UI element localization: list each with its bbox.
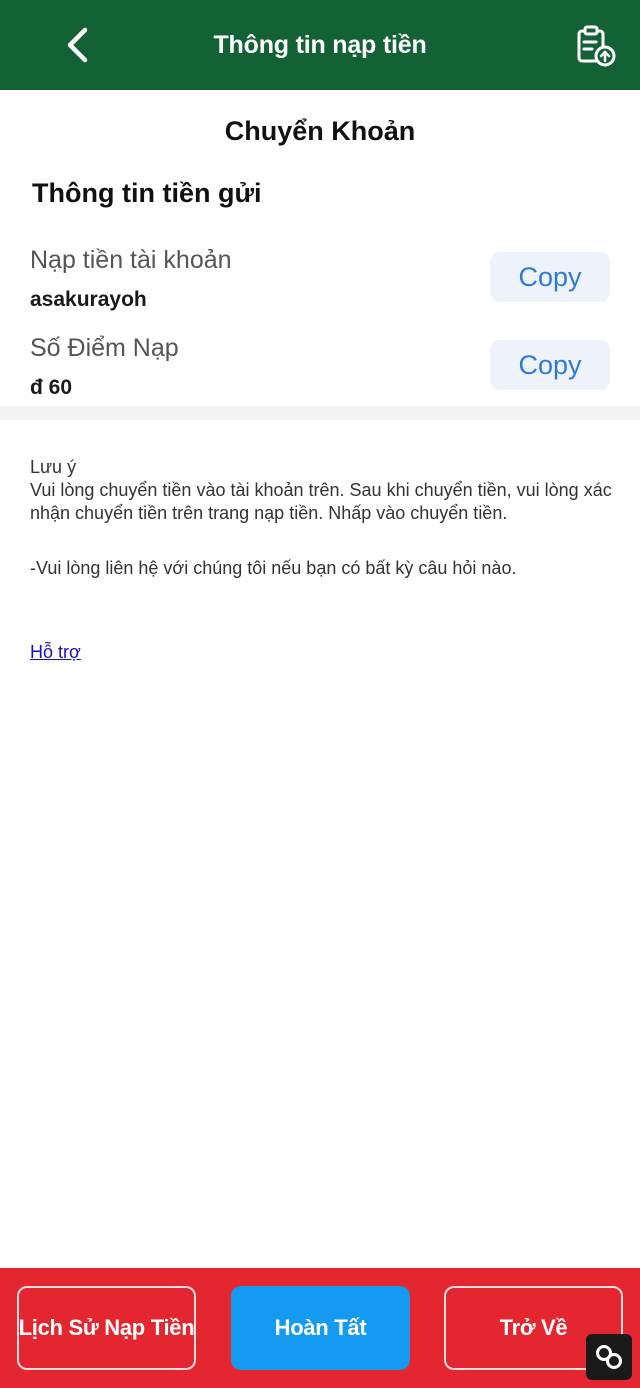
notice-line-2: -Vui lòng liên hệ với chúng tôi nếu bạn … — [30, 558, 517, 578]
section-divider — [0, 406, 640, 420]
page-title: Thông tin nạp tiền — [213, 30, 427, 59]
floating-link-button[interactable] — [586, 1334, 632, 1380]
back-button[interactable] — [52, 20, 102, 70]
deposit-history-button[interactable]: Lịch Sử Nạp Tiền — [17, 1286, 196, 1370]
bottom-action-bar: Lịch Sử Nạp Tiền Hoàn Tất Trở Về — [0, 1268, 640, 1388]
support-link[interactable]: Hỗ trợ — [30, 642, 81, 663]
transfer-method-title: Chuyển Khoản — [224, 116, 416, 146]
notice-line-1: Vui lòng chuyển tiền vào tài khoản trên.… — [30, 480, 612, 523]
chevron-left-icon — [67, 27, 88, 63]
account-value: asakurayoh — [30, 288, 147, 311]
deposit-info-heading: Thông tin tiền gửi — [32, 178, 262, 208]
copy-amount-button[interactable]: Copy — [490, 340, 610, 390]
top-bar: Thông tin nạp tiền — [0, 0, 640, 90]
notice-text: Lưu ý Vui lòng chuyển tiền vào tài khoản… — [30, 456, 615, 580]
clipboard-upload-icon — [577, 25, 616, 67]
deposit-record-button[interactable] — [574, 24, 618, 68]
account-label: Nạp tiền tài khoản — [30, 246, 232, 274]
notice-title: Lưu ý — [30, 457, 77, 477]
amount-value: đ 60 — [30, 376, 73, 399]
copy-account-button[interactable]: Copy — [490, 252, 610, 302]
link-icon — [596, 1345, 622, 1369]
account-row: Nạp tiền tài khoản asakurayoh Copy — [0, 246, 640, 326]
amount-row: Số Điểm Nạp đ 60 Copy — [0, 334, 640, 414]
complete-button[interactable]: Hoàn Tất — [231, 1286, 410, 1370]
amount-label: Số Điểm Nạp — [30, 334, 179, 362]
